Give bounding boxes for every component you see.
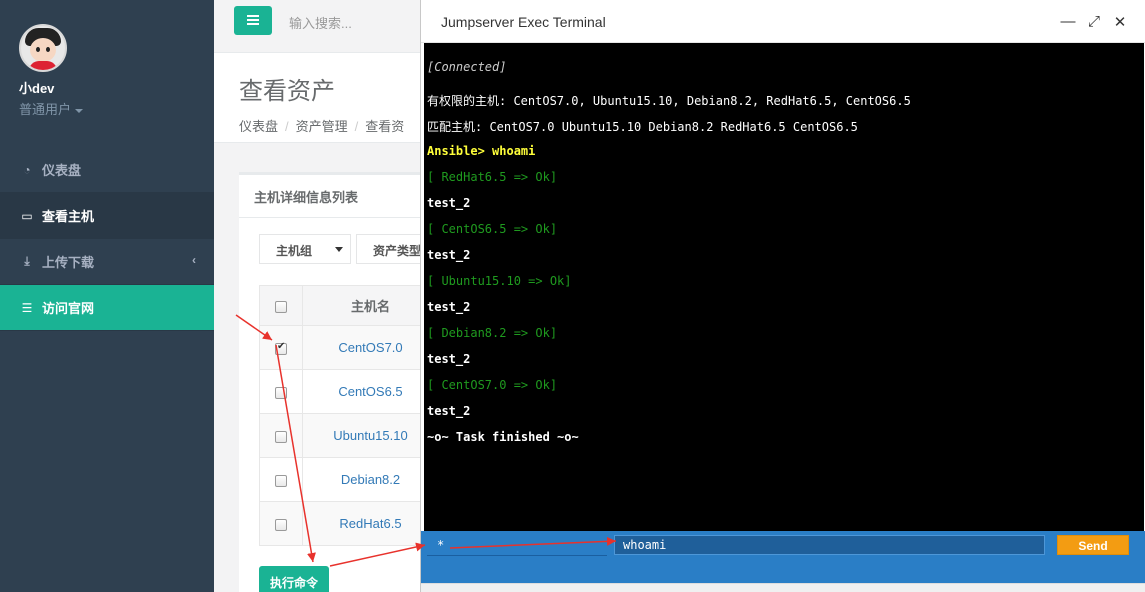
- sidebar-item-label: 查看主机: [42, 209, 95, 224]
- user-name: 小dev: [19, 81, 55, 96]
- database-icon: ☰: [21, 300, 33, 315]
- sidebar-item-upload-download[interactable]: ⤓ 上传下载 ‹: [0, 239, 214, 285]
- command-bar: * whoami Send: [421, 531, 1145, 583]
- terminal-line: test_2: [427, 404, 471, 418]
- host-link[interactable]: RedHat6.5: [302, 501, 439, 546]
- terminal-titlebar: Jumpserver Exec Terminal — ⤢ ✕: [421, 0, 1145, 43]
- chevron-left-icon: ‹: [192, 253, 196, 267]
- terminal-line: [Connected]: [427, 60, 507, 74]
- row-checkbox[interactable]: [275, 474, 287, 487]
- host-list-panel: 主机详细信息列表 主机组 资产类型 主机名 CentOS7.0 CentOS6.…: [239, 172, 439, 592]
- user-role-dropdown[interactable]: 普通用户: [19, 99, 214, 118]
- column-header-hostname[interactable]: 主机名: [302, 285, 439, 326]
- breadcrumb: 仪表盘 / 资产管理 / 查看资: [239, 119, 405, 134]
- search-input[interactable]: 输入搜索...: [289, 13, 352, 32]
- horizontal-scrollbar[interactable]: [421, 583, 1145, 592]
- terminal-title: Jumpserver Exec Terminal: [441, 14, 606, 30]
- terminal-prompt-line: Ansible> whoami: [427, 144, 536, 158]
- exec-terminal-window: Jumpserver Exec Terminal — ⤢ ✕ [Connecte…: [420, 0, 1145, 592]
- minimize-icon[interactable]: —: [1060, 13, 1076, 30]
- sidebar-item-label: 上传下载: [42, 255, 95, 270]
- table-header-row: 主机名: [259, 285, 439, 326]
- terminal-line: ~o~ Task finished ~o~: [427, 430, 579, 444]
- maximize-icon[interactable]: ⤢: [1086, 13, 1102, 30]
- sidebar-item-view-hosts[interactable]: ▭ 查看主机: [0, 193, 214, 239]
- table-row: CentOS7.0: [259, 325, 439, 370]
- terminal-line: test_2: [427, 300, 471, 314]
- sidebar-item-official-site[interactable]: ☰ 访问官网: [0, 285, 214, 331]
- row-checkbox[interactable]: [275, 341, 287, 355]
- sidebar-item-label: 仪表盘: [42, 163, 82, 178]
- breadcrumb-item: 查看资: [365, 119, 405, 134]
- page-title: 查看资产: [239, 78, 335, 105]
- desktop-icon: ▭: [21, 208, 33, 223]
- user-role: 普通用户: [19, 102, 72, 117]
- table-row: RedHat6.5: [259, 501, 439, 546]
- host-group-select[interactable]: 主机组: [259, 234, 351, 264]
- terminal-line: 匹配主机: CentOS7.0 Ubuntu15.10 Debian8.2 Re…: [427, 120, 858, 134]
- exec-command-button[interactable]: 执行命令: [259, 566, 329, 592]
- command-input[interactable]: whoami: [614, 535, 1045, 555]
- terminal-line: [ CentOS7.0 => Ok]: [427, 378, 558, 392]
- sidebar: 小dev 普通用户 ◔ 仪表盘 ▭ 查看主机 ⤓ 上传下载 ‹ ☰ 访问官网: [0, 0, 214, 592]
- send-button[interactable]: Send: [1057, 535, 1129, 555]
- select-all-checkbox[interactable]: [275, 300, 287, 313]
- row-checkbox[interactable]: [275, 430, 287, 443]
- caret-down-icon: [75, 108, 84, 113]
- terminal-line: [ RedHat6.5 => Ok]: [427, 170, 558, 184]
- terminal-line: test_2: [427, 196, 471, 210]
- select-label: 资产类型: [373, 244, 422, 258]
- terminal-line: test_2: [427, 352, 471, 366]
- caret-down-icon: [335, 247, 343, 252]
- profile: 小dev 普通用户: [0, 0, 214, 147]
- terminal-output: [Connected] 有权限的主机: CentOS7.0, Ubuntu15.…: [424, 43, 1144, 531]
- close-icon[interactable]: ✕: [1112, 13, 1128, 31]
- terminal-line: test_2: [427, 248, 471, 262]
- terminal-line: [ CentOS6.5 => Ok]: [427, 222, 558, 236]
- terminal-line: [ Debian8.2 => Ok]: [427, 326, 558, 340]
- table-row: Debian8.2: [259, 457, 439, 502]
- menu-toggle-button[interactable]: [234, 6, 272, 35]
- panel-title: 主机详细信息列表: [239, 175, 424, 218]
- terminal-line: 有权限的主机: CentOS7.0, Ubuntu15.10, Debian8.…: [427, 94, 911, 108]
- host-table: 主机名 CentOS7.0 CentOS6.5 Ubuntu15.10 Debi…: [259, 285, 439, 546]
- table-row: Ubuntu15.10: [259, 413, 439, 458]
- download-icon: ⤓: [24, 254, 30, 268]
- host-link[interactable]: Ubuntu15.10: [302, 413, 439, 458]
- select-label: 主机组: [276, 244, 313, 258]
- sidebar-item-label: 访问官网: [42, 301, 95, 316]
- host-link[interactable]: Debian8.2: [302, 457, 439, 502]
- host-pattern-input[interactable]: *: [427, 536, 607, 556]
- select-all-cell: [259, 285, 303, 326]
- terminal-line: [ Ubuntu15.10 => Ok]: [427, 274, 572, 288]
- sidebar-item-dashboard[interactable]: ◔ 仪表盘: [0, 147, 214, 193]
- row-checkbox[interactable]: [275, 518, 287, 531]
- host-link[interactable]: CentOS6.5: [302, 369, 439, 414]
- row-checkbox[interactable]: [275, 386, 287, 399]
- breadcrumb-item[interactable]: 资产管理: [296, 119, 348, 134]
- page-heading: 查看资产 仪表盘 / 资产管理 / 查看资: [214, 53, 424, 143]
- breadcrumb-item[interactable]: 仪表盘: [239, 119, 278, 134]
- host-link[interactable]: CentOS7.0: [302, 325, 439, 370]
- avatar[interactable]: [19, 24, 67, 72]
- table-row: CentOS6.5: [259, 369, 439, 414]
- dashboard-icon: ◔: [23, 162, 31, 177]
